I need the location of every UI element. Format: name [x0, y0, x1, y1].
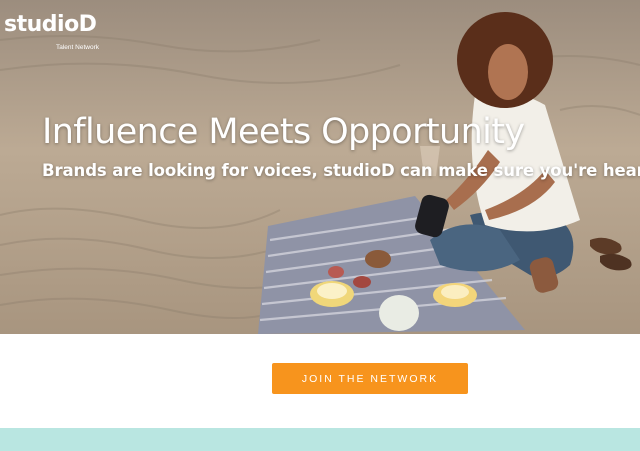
- hero-headline: Influence Meets Opportunity: [42, 112, 525, 152]
- studiod-logo[interactable]: studioD Talent Network: [4, 12, 99, 52]
- footer-band: [0, 428, 640, 451]
- join-network-button[interactable]: JOIN THE NETWORK: [272, 363, 468, 394]
- logo-wordmark: studioD: [4, 12, 97, 37]
- hero-banner: studioD Talent Network Influence Meets O…: [0, 0, 640, 334]
- logo-tagline: Talent Network: [56, 44, 99, 51]
- hero-subheadline: Brands are looking for voices, studioD c…: [42, 161, 640, 180]
